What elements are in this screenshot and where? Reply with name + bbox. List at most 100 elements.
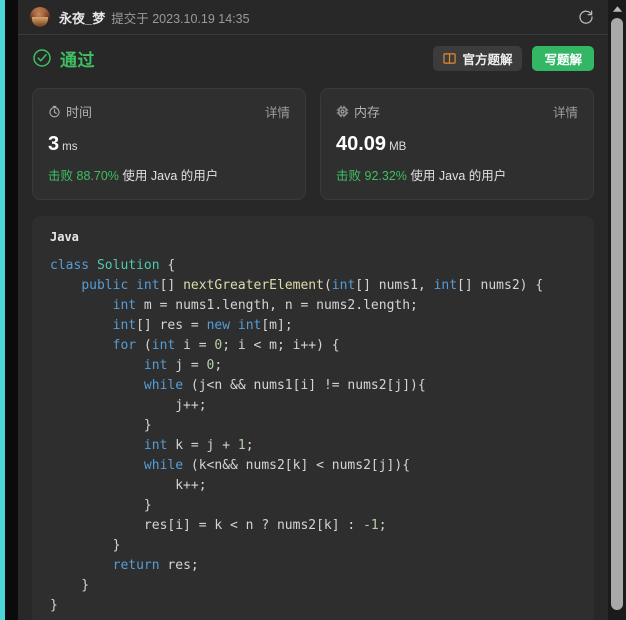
memory-beat-suffix: 使用 Java 的用户 [410,169,507,183]
write-solution-button[interactable]: 写题解 [532,45,594,71]
code-line: int m = nums1.length, n = nums2.length; [50,298,418,313]
memory-card-header: 内存 详情 [336,102,578,121]
submission-panel: 永夜_梦 提交于 2023.10.19 14:35 通过 官方题解 写题解 时间… [18,0,608,620]
code-token: int [151,338,176,353]
memory-detail-link[interactable]: 详情 [553,102,578,121]
code-token: [] nums1, [355,278,434,293]
code-token: (j<n && nums1[i] != nums2[j]){ [183,378,426,393]
code-line: res[i] = k < n ? nums2[k] : -1; [50,518,387,533]
user-name[interactable]: 永夜_梦 [59,8,105,27]
code-token: k = j + [167,438,238,453]
status-text: 通过 [60,50,95,70]
check-circle-icon [32,48,52,68]
code-token: Solution [96,258,160,273]
clock-icon [48,105,61,118]
code-token: int [237,318,262,333]
memory-beat: 击败 92.32% 使用 Java 的用户 [336,165,578,184]
code-token: j++; [50,398,207,413]
code-line: j++; [50,398,207,413]
code-language-label: Java [50,230,79,244]
memory-card: 内存 详情 40.09 MB 击败 92.32% 使用 Java 的用户 [320,88,594,200]
runtime-card: 时间 详情 3 ms 击败 88.70% 使用 Java 的用户 [32,88,306,200]
code-token: return [112,558,160,573]
runtime-beat: 击败 88.70% 使用 Java 的用户 [48,165,290,184]
code-token: -1 [363,518,379,533]
runtime-label-group: 时间 [48,102,92,121]
code-token: nextGreaterElement [183,278,324,293]
code-token: ; [378,518,387,533]
runtime-detail-link[interactable]: 详情 [265,102,290,121]
code-token: [] nums2) { [457,278,544,293]
memory-unit: MB [389,141,407,153]
code-line: while (k<n&& nums2[k] < nums2[j]){ [50,458,410,473]
code-token: class [50,258,97,273]
memory-chip-icon [336,105,349,118]
memory-label: 内存 [354,105,381,120]
code-line: } [50,498,152,513]
page-scrollbar[interactable] [608,0,626,620]
code-token: new [206,318,238,333]
memory-value-row: 40.09 MB [336,134,578,154]
runtime-beat-prefix: 击败 [48,169,74,183]
code-token: (k<n&& nums2[k] < nums2[j]){ [183,458,411,473]
left-gutter [5,0,18,620]
code-token: int [136,278,160,293]
scrollbar-thumb[interactable] [611,18,623,610]
scroll-up-arrow-icon[interactable] [608,2,626,16]
code-card: Java class Solution { public int[] nextG… [32,216,594,620]
code-token: } [50,578,90,593]
status-group: 通过 [32,46,95,71]
official-solution-button[interactable]: 官方题解 [433,45,523,71]
code-line: public int[] nextGreaterElement(int[] nu… [50,278,543,293]
refresh-icon[interactable] [577,8,595,26]
submission-header: 永夜_梦 提交于 2023.10.19 14:35 [18,0,608,35]
code-token: while [143,378,184,393]
code-token: ; i < m; i++) { [222,338,340,353]
code-line: return res; [50,558,199,573]
memory-beat-percent: 92.32% [364,169,407,183]
code-token: for [112,338,137,353]
runtime-value: 3 [48,133,60,155]
code-token: int [112,318,137,333]
runtime-unit: ms [62,141,78,153]
runtime-card-header: 时间 详情 [48,102,290,121]
code-line: } [50,538,121,553]
code-token: [] res = [136,318,207,333]
runtime-beat-percent: 88.70% [76,169,119,183]
code-line: } [50,598,58,613]
code-token: { [159,258,176,273]
code-token: } [50,598,58,613]
code-block[interactable]: class Solution { public int[] nextGreate… [32,256,594,616]
code-token: int [433,278,458,293]
code-token: j = [167,358,207,373]
code-token: ( [136,338,152,353]
code-token: while [143,458,184,473]
book-icon [443,52,457,65]
code-token: m = nums1.length, n = nums2.length; [136,298,418,313]
memory-label-group: 内存 [336,102,380,121]
code-token: [m]; [261,318,293,333]
memory-value: 40.09 [336,133,387,155]
code-line: for (int i = 0; i < m; i++) { [50,338,340,353]
code-token: 1 [237,438,246,453]
code-token: i = [175,338,215,353]
code-token: [] [159,278,184,293]
avatar[interactable] [30,7,50,27]
code-token: res; [159,558,199,573]
code-token: ; [214,358,223,373]
code-line: int[] res = new int[m]; [50,318,293,333]
code-token: } [50,418,152,433]
code-token: int [331,278,356,293]
submission-timestamp: 提交于 2023.10.19 14:35 [111,11,250,26]
code-line: } [50,418,152,433]
code-token: public [81,278,137,293]
code-line: class Solution { [50,258,175,273]
code-token: int [143,438,168,453]
